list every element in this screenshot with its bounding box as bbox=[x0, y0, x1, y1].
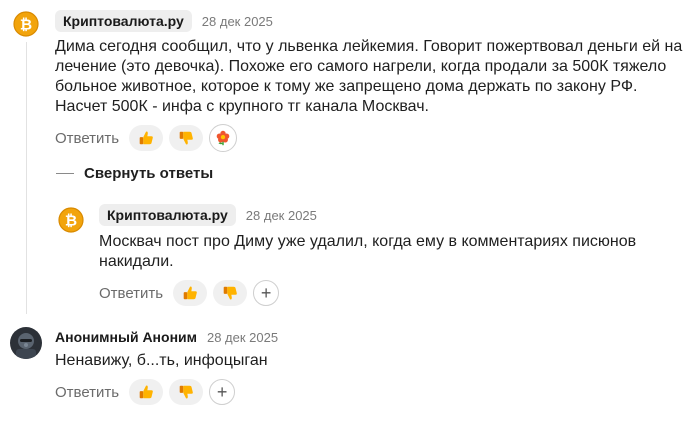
thumbs-down-icon bbox=[179, 385, 193, 399]
thumbs-down-icon bbox=[223, 286, 237, 300]
avatar-bitcoin[interactable]: ₿ bbox=[55, 204, 87, 236]
thumbs-up-icon bbox=[139, 385, 153, 399]
reply-button[interactable]: Ответить bbox=[55, 130, 119, 147]
flower-reaction-button[interactable] bbox=[209, 124, 238, 152]
user-photo-icon bbox=[10, 327, 42, 359]
comment-actions: Ответить bbox=[55, 124, 238, 152]
avatar[interactable] bbox=[10, 327, 42, 359]
add-reaction-button[interactable]: + bbox=[253, 280, 280, 306]
like-button[interactable] bbox=[129, 125, 164, 151]
comment-meta: Криптовалюта.ру 28 дек 2025 bbox=[55, 10, 273, 32]
comment-date: 28 дек 2025 bbox=[206, 329, 279, 345]
thumbs-up-icon bbox=[183, 286, 197, 300]
reply-button[interactable]: Ответить bbox=[99, 285, 163, 302]
collapse-replies-button[interactable]: Свернуть ответы bbox=[56, 165, 213, 182]
comment-text: Дима сегодня сообщил, что у львенка лейк… bbox=[55, 38, 683, 115]
bitcoin-icon: ₿ bbox=[55, 204, 87, 236]
collapse-replies-label: Свернуть ответы bbox=[84, 165, 214, 182]
comment-actions: Ответить + bbox=[99, 280, 280, 306]
comment-text: Ненавижу, б...ть, инфоцыган bbox=[55, 352, 268, 369]
bitcoin-icon: ₿ bbox=[10, 8, 42, 40]
like-button[interactable] bbox=[173, 280, 208, 306]
comment-date: 28 дек 2025 bbox=[245, 207, 317, 223]
author-name[interactable]: Криптовалюта.ру bbox=[99, 204, 236, 226]
dislike-button[interactable] bbox=[213, 280, 248, 306]
reply-button[interactable]: Ответить bbox=[55, 384, 119, 401]
thumbs-down-icon bbox=[179, 131, 193, 145]
svg-text:₿: ₿ bbox=[65, 212, 77, 230]
add-reaction-button[interactable]: + bbox=[209, 379, 236, 405]
comment-text: Москвач пост про Диму уже удалил, когда … bbox=[99, 233, 637, 270]
comment-meta: Криптовалюта.ру 28 дек 2025 bbox=[99, 204, 317, 226]
comment-meta: Анонимный Аноним 28 дек 2025 bbox=[55, 329, 278, 345]
collapse-dash bbox=[56, 173, 74, 174]
comment-date: 28 дек 2025 bbox=[201, 13, 273, 29]
comment-actions: Ответить + bbox=[55, 379, 236, 405]
avatar-bitcoin[interactable]: ₿ bbox=[10, 8, 42, 40]
svg-text:₿: ₿ bbox=[20, 16, 32, 34]
flower-icon bbox=[216, 130, 230, 146]
author-name[interactable]: Криптовалюта.ру bbox=[55, 10, 192, 32]
dislike-button[interactable] bbox=[169, 125, 204, 151]
thumbs-up-icon bbox=[139, 131, 153, 145]
like-button[interactable] bbox=[129, 379, 164, 405]
author-name[interactable]: Анонимный Аноним bbox=[55, 329, 197, 345]
dislike-button[interactable] bbox=[169, 379, 204, 405]
thread-line bbox=[26, 42, 27, 314]
